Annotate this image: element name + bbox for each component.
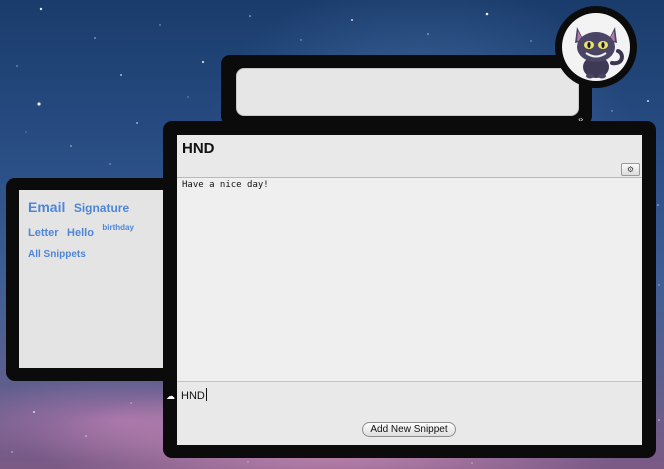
snippet-name-value: HND [181, 390, 205, 402]
search-input[interactable] [236, 68, 579, 116]
add-new-snippet-button[interactable]: Add New Snippet [362, 422, 456, 437]
tag-letter[interactable]: Letter [28, 227, 59, 239]
all-snippets-link[interactable]: All Snippets [28, 245, 86, 264]
tag-cloud: Email Signature Letter Hello birthday Al… [28, 198, 165, 264]
tag-cloud-panel: Email Signature Letter Hello birthday Al… [19, 190, 169, 368]
tag-cloud-window: Email Signature Letter Hello birthday Al… [6, 178, 176, 381]
snippet-body-text: Have a nice day! [182, 180, 269, 190]
text-caret [205, 388, 207, 401]
cloud-icon[interactable]: ☁ [166, 391, 175, 402]
cat-avatar-icon [575, 27, 624, 79]
tag-signature[interactable]: Signature [74, 201, 129, 215]
avatar-frame [562, 13, 630, 81]
tag-email[interactable]: Email [28, 199, 65, 215]
snippet-name-input[interactable]: HND [181, 388, 381, 404]
snippet-title: HND [182, 140, 215, 157]
snippet-panel: HND ⚙ Have a nice day! HND Add New Snipp… [177, 135, 642, 445]
search-window [221, 55, 592, 125]
settings-button[interactable]: ⚙ [621, 163, 640, 176]
snippet-body-editor[interactable]: Have a nice day! [177, 177, 642, 382]
snippet-window: HND ⚙ Have a nice day! HND Add New Snipp… [163, 121, 656, 458]
tag-birthday[interactable]: birthday [102, 223, 134, 232]
gear-icon: ⚙ [626, 165, 635, 174]
avatar[interactable] [555, 6, 637, 88]
tag-hello[interactable]: Hello [67, 227, 94, 239]
